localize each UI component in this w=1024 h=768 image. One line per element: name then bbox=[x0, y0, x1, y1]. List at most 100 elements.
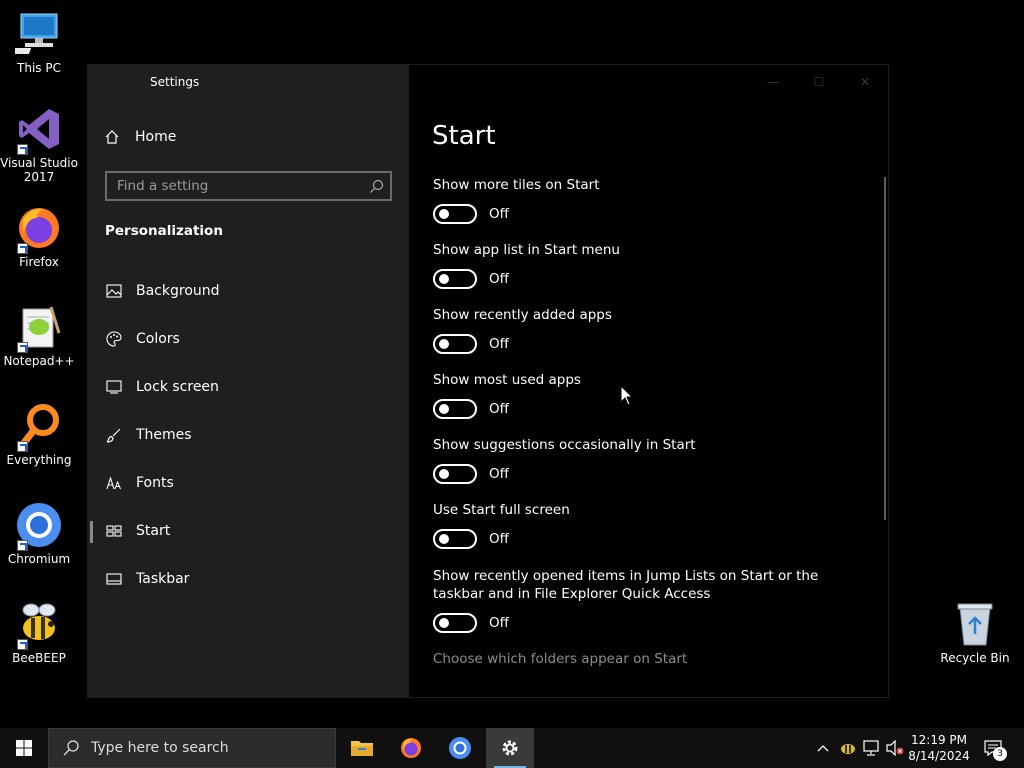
desktop-icon-visual-studio[interactable]: Visual Studio 2017 bbox=[0, 105, 78, 184]
sidebar-item-label: Fonts bbox=[136, 475, 174, 491]
visual-studio-icon bbox=[15, 105, 63, 155]
desktop-icon-label: Firefox bbox=[19, 255, 59, 269]
sidebar-item-start[interactable]: Start bbox=[88, 511, 409, 551]
desktop-icon-firefox[interactable]: Firefox bbox=[0, 204, 78, 269]
taskbar-file-explorer[interactable] bbox=[338, 728, 386, 768]
search-placeholder: Find a setting bbox=[117, 178, 209, 194]
home-label: Home bbox=[135, 129, 177, 145]
desktop-icon-label: This PC bbox=[17, 61, 61, 75]
find-setting-search[interactable]: Find a setting bbox=[105, 171, 392, 201]
taskbar-clock[interactable]: 12:19 PM 8/14/2024 bbox=[904, 732, 974, 764]
toggle-jump-lists[interactable] bbox=[433, 613, 477, 633]
toggle-recently-added[interactable] bbox=[433, 334, 477, 354]
desktop-icon-this-pc[interactable]: This PC bbox=[0, 10, 78, 75]
sidebar-item-label: Taskbar bbox=[136, 571, 190, 587]
desktop-icon-everything[interactable]: Everything bbox=[0, 402, 78, 467]
tray-network[interactable] bbox=[860, 728, 882, 768]
close-button[interactable]: ✕ bbox=[842, 71, 888, 93]
palette-icon bbox=[105, 330, 123, 348]
option-label: Use Start full screen bbox=[433, 502, 570, 518]
settings-sidebar: Settings Home Find a setting Personaliza… bbox=[88, 65, 409, 697]
sidebar-item-label: Start bbox=[136, 523, 171, 539]
maximize-button[interactable]: ☐ bbox=[796, 71, 842, 93]
settings-content: — ☐ ✕ Start Show more tiles on Start Off… bbox=[409, 65, 888, 697]
sidebar-item-colors[interactable]: Colors bbox=[88, 319, 409, 359]
taskbar: Type here to search 12:19 PM 8/14/2024 3 bbox=[0, 728, 1024, 768]
desktop-icon-notepadpp[interactable]: Notepad++ bbox=[0, 303, 78, 368]
option-label: Show most used apps bbox=[433, 372, 581, 388]
option-label: Show suggestions occasionally in Start bbox=[433, 437, 696, 453]
tray-volume[interactable] bbox=[884, 728, 906, 768]
clock-date: 8/14/2024 bbox=[908, 749, 970, 763]
chromium-icon bbox=[15, 501, 63, 551]
toggle-app-list[interactable] bbox=[433, 269, 477, 289]
section-title-personalization: Personalization bbox=[105, 223, 223, 239]
firefox-icon bbox=[401, 738, 421, 758]
taskbar-search[interactable]: Type here to search bbox=[48, 728, 336, 768]
start-button[interactable] bbox=[0, 728, 48, 768]
gear-icon bbox=[502, 740, 518, 756]
computer-icon bbox=[2, 10, 63, 58]
toggle-state: Off bbox=[489, 531, 509, 547]
desktop-icon-recycle-bin[interactable]: Recycle Bin bbox=[936, 600, 1014, 665]
settings-window: Settings Home Find a setting Personaliza… bbox=[87, 64, 889, 698]
toggle-state: Off bbox=[489, 271, 509, 287]
tray-app-icon[interactable] bbox=[838, 728, 858, 768]
taskbar-chromium[interactable] bbox=[436, 728, 484, 768]
sidebar-item-taskbar[interactable]: Taskbar bbox=[88, 559, 409, 599]
minimize-button[interactable]: — bbox=[750, 71, 796, 93]
sidebar-item-themes[interactable]: Themes bbox=[88, 415, 409, 455]
toggle-state: Off bbox=[489, 206, 509, 222]
toggle-more-tiles[interactable] bbox=[433, 204, 477, 224]
desktop-icon-chromium[interactable]: Chromium bbox=[0, 501, 78, 566]
sidebar-item-label: Background bbox=[136, 283, 220, 299]
option-label: Show recently opened items in Jump Lists… bbox=[433, 568, 819, 602]
toggle-suggestions[interactable] bbox=[433, 464, 477, 484]
toggle-state: Off bbox=[489, 615, 509, 631]
search-icon bbox=[63, 740, 79, 756]
option-label: Show recently added apps bbox=[433, 307, 612, 323]
folder-icon bbox=[351, 741, 373, 756]
option-label: Show app list in Start menu bbox=[433, 242, 620, 258]
toggle-most-used[interactable] bbox=[433, 399, 477, 419]
image-icon bbox=[105, 282, 123, 300]
chromium-icon bbox=[449, 737, 471, 759]
desktop-icon-label: Chromium bbox=[7, 552, 71, 566]
clock-time: 12:19 PM bbox=[911, 733, 967, 747]
lock-screen-icon bbox=[105, 378, 123, 396]
sidebar-item-lock-screen[interactable]: Lock screen bbox=[88, 367, 409, 407]
sidebar-item-background[interactable]: Background bbox=[88, 271, 409, 311]
network-icon bbox=[863, 740, 879, 756]
desktop-icon-label: Recycle Bin bbox=[940, 651, 1010, 665]
start-icon bbox=[105, 522, 123, 540]
toggle-state: Off bbox=[489, 466, 509, 482]
tray-show-hidden[interactable] bbox=[814, 728, 832, 768]
sidebar-home[interactable]: Home bbox=[104, 129, 176, 145]
tray-app-icon bbox=[841, 744, 855, 754]
notepadpp-icon bbox=[15, 303, 63, 353]
desktop-icon-beebeep[interactable]: BeeBEEP bbox=[0, 600, 78, 665]
sidebar-item-label: Colors bbox=[136, 331, 180, 347]
window-title: Settings bbox=[150, 75, 200, 89]
toggle-full-screen[interactable] bbox=[433, 529, 477, 549]
brush-icon bbox=[105, 426, 123, 444]
taskbar-firefox[interactable] bbox=[387, 728, 435, 768]
desktop-icon-label: BeeBEEP bbox=[12, 651, 66, 665]
everything-search-icon bbox=[15, 402, 63, 452]
taskbar-settings[interactable] bbox=[486, 728, 534, 768]
desktop-icon-label: Notepad++ bbox=[3, 354, 75, 368]
search-icon[interactable] bbox=[369, 179, 384, 194]
sidebar-item-fonts[interactable]: Fonts bbox=[88, 463, 409, 503]
sidebar-item-label: Lock screen bbox=[136, 379, 219, 395]
sidebar-item-label: Themes bbox=[136, 427, 192, 443]
toggle-state: Off bbox=[489, 336, 509, 352]
scrollbar[interactable] bbox=[884, 177, 886, 520]
toggle-state: Off bbox=[489, 401, 509, 417]
notification-count-badge: 3 bbox=[993, 747, 1007, 761]
taskbar-search-placeholder: Type here to search bbox=[91, 740, 229, 756]
volume-muted-icon bbox=[886, 740, 904, 756]
recycle-bin-icon bbox=[951, 600, 999, 648]
fonts-icon bbox=[105, 474, 123, 492]
desktop-icon-label: Everything bbox=[6, 453, 72, 467]
choose-folders-link[interactable]: Choose which folders appear on Start bbox=[433, 651, 687, 667]
